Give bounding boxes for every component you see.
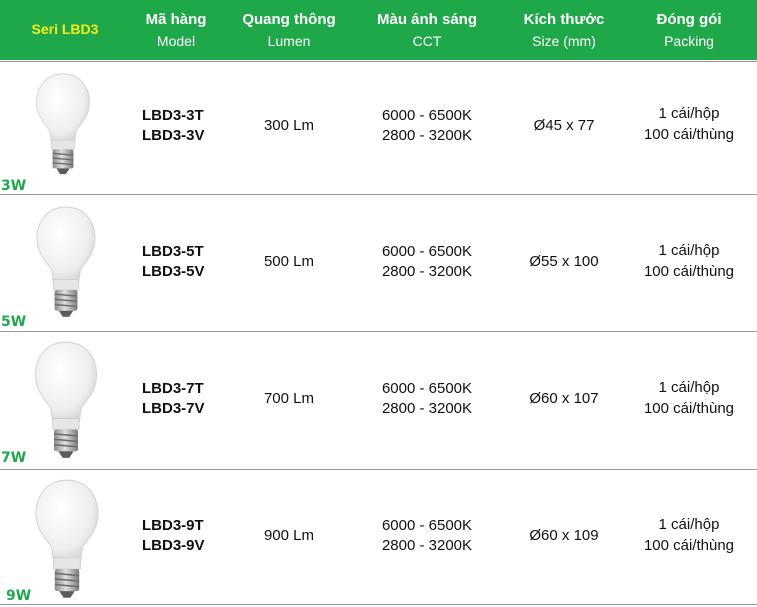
model-code: LBD3-3T xyxy=(142,107,204,124)
header-cct: Màu ánh sáng CCT xyxy=(360,0,494,60)
cct-value: 2800 - 3200K xyxy=(381,537,473,554)
cct-value: 6000 - 6500K xyxy=(381,243,473,260)
header-packing-en: Packing xyxy=(664,33,714,49)
led-bulb-icon xyxy=(30,205,102,319)
cct-value: 2800 - 3200K xyxy=(381,263,473,280)
packing-value: 1 cái/hộp xyxy=(658,516,720,533)
header-cct-en: CCT xyxy=(412,33,442,49)
model-code: LBD3-9V xyxy=(142,537,205,554)
row-divider xyxy=(0,61,757,62)
led-bulb-icon xyxy=(28,478,106,600)
model-code: LBD3-3V xyxy=(142,127,205,144)
header-lumen: Quang thông Lumen xyxy=(229,0,349,60)
wattage-label: 3W xyxy=(1,178,27,194)
lumen-value: 700 Lm xyxy=(263,390,315,407)
header-size-vi: Kích thước xyxy=(523,11,605,28)
model-code: LBD3-7T xyxy=(142,380,204,397)
packing-value: 1 cái/hộp xyxy=(658,242,720,259)
model-code: LBD3-7V xyxy=(142,400,205,417)
lumen-value: 900 Lm xyxy=(263,527,315,544)
row-divider xyxy=(0,604,757,605)
packing-value: 1 cái/hộp xyxy=(658,105,720,122)
header-packing: Đóng gói Packing xyxy=(630,0,748,60)
packing-value: 100 cái/thùng xyxy=(643,126,735,143)
header-packing-vi: Đóng gói xyxy=(656,11,722,28)
header-size-en: Size (mm) xyxy=(532,33,596,49)
cct-value: 6000 - 6500K xyxy=(381,380,473,397)
size-value: Ø60 x 107 xyxy=(529,390,599,407)
cct-value: 6000 - 6500K xyxy=(381,107,473,124)
table-header: Seri LBD3 Mã hàng Model Quang thông Lume… xyxy=(0,0,757,60)
lumen-value: 300 Lm xyxy=(263,117,315,134)
row-divider xyxy=(0,469,757,470)
wattage-label: 5W xyxy=(1,314,27,330)
header-lumen-en: Lumen xyxy=(267,33,311,49)
model-code: LBD3-9T xyxy=(142,517,204,534)
model-code: LBD3-5V xyxy=(142,263,205,280)
header-size: Kích thước Size (mm) xyxy=(514,0,614,60)
packing-value: 100 cái/thùng xyxy=(643,263,735,280)
packing-value: 100 cái/thùng xyxy=(643,537,735,554)
header-model-en: Model xyxy=(156,33,196,49)
packing-value: 100 cái/thùng xyxy=(643,400,735,417)
model-code: LBD3-5T xyxy=(142,243,204,260)
series-label: Seri LBD3 xyxy=(31,21,99,37)
row-divider xyxy=(0,331,757,332)
header-lumen-vi: Quang thông xyxy=(242,11,336,28)
cct-value: 2800 - 3200K xyxy=(381,127,473,144)
size-value: Ø55 x 100 xyxy=(529,253,599,270)
header-model: Mã hàng Model xyxy=(128,0,224,60)
lumen-value: 500 Lm xyxy=(263,253,315,270)
size-value: Ø60 x 109 xyxy=(529,527,599,544)
cct-value: 6000 - 6500K xyxy=(381,517,473,534)
series-label-cell: Seri LBD3 xyxy=(0,0,130,60)
led-bulb-icon xyxy=(30,72,96,176)
wattage-label: 9W xyxy=(6,588,32,604)
led-bulb-icon xyxy=(28,340,104,460)
wattage-label: 7W xyxy=(1,450,27,466)
packing-value: 1 cái/hộp xyxy=(658,379,720,396)
cct-value: 2800 - 3200K xyxy=(381,400,473,417)
row-divider xyxy=(0,194,757,195)
header-model-vi: Mã hàng xyxy=(145,11,207,28)
size-value: Ø45 x 77 xyxy=(533,117,595,134)
header-cct-vi: Màu ánh sáng xyxy=(376,11,477,28)
